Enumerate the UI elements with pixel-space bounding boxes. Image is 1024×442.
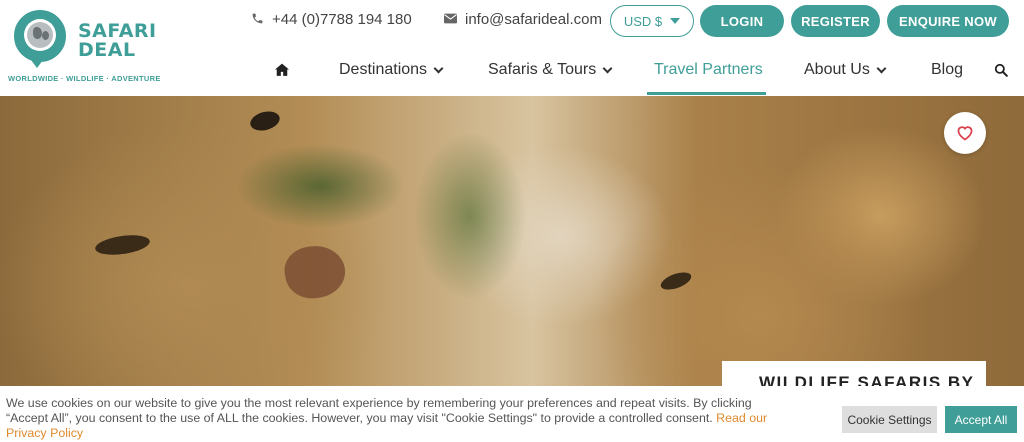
nav-destinations[interactable]: Destinations [339,60,444,80]
accept-all-button[interactable]: Accept All [945,406,1017,433]
envelope-icon [443,12,457,27]
nav-about-us[interactable]: About Us [804,60,887,80]
nav-travel-partners[interactable]: Travel Partners [654,60,763,80]
logo-text: SAFARI DEAL [78,20,157,61]
login-button[interactable]: LOGIN [700,5,784,37]
phone-icon [250,12,264,28]
site-header: SAFARI DEAL WORLDWIDE · WILDLIFE · ADVEN… [0,0,1024,96]
email-address[interactable]: info@safarideal.com [465,11,602,28]
caret-down-icon [670,18,681,24]
chevron-down-icon [433,63,444,73]
logo-tagline: WORLDWIDE · WILDLIFE · ADVENTURE [8,74,161,83]
contact-email[interactable]: info@safarideal.com [443,11,602,28]
enquire-now-button[interactable]: ENQUIRE NOW [887,5,1009,37]
nav-safaris-tours[interactable]: Safaris & Tours [488,60,613,80]
heart-icon [957,126,973,141]
chevron-down-icon [602,63,613,73]
contact-phone[interactable]: +44 (0)7788 194 180 [250,11,412,28]
register-button[interactable]: REGISTER [791,5,880,37]
currency-value: USD $ [623,13,663,29]
nav-blog[interactable]: Blog [931,60,963,80]
phone-number[interactable]: +44 (0)7788 194 180 [272,11,412,28]
globe-icon [27,22,53,48]
home-icon[interactable] [275,63,289,76]
cookie-message: We use cookies on our website to give yo… [6,396,768,440]
currency-select[interactable]: USD $ [610,5,694,37]
logo[interactable]: SAFARI DEAL WORLDWIDE · WILDLIFE · ADVEN… [8,8,161,88]
nav-active-indicator [647,92,766,95]
cookie-settings-button[interactable]: Cookie Settings [842,406,937,433]
chevron-down-icon [876,63,887,73]
favorite-button[interactable] [944,112,986,154]
search-icon[interactable] [994,63,1008,77]
